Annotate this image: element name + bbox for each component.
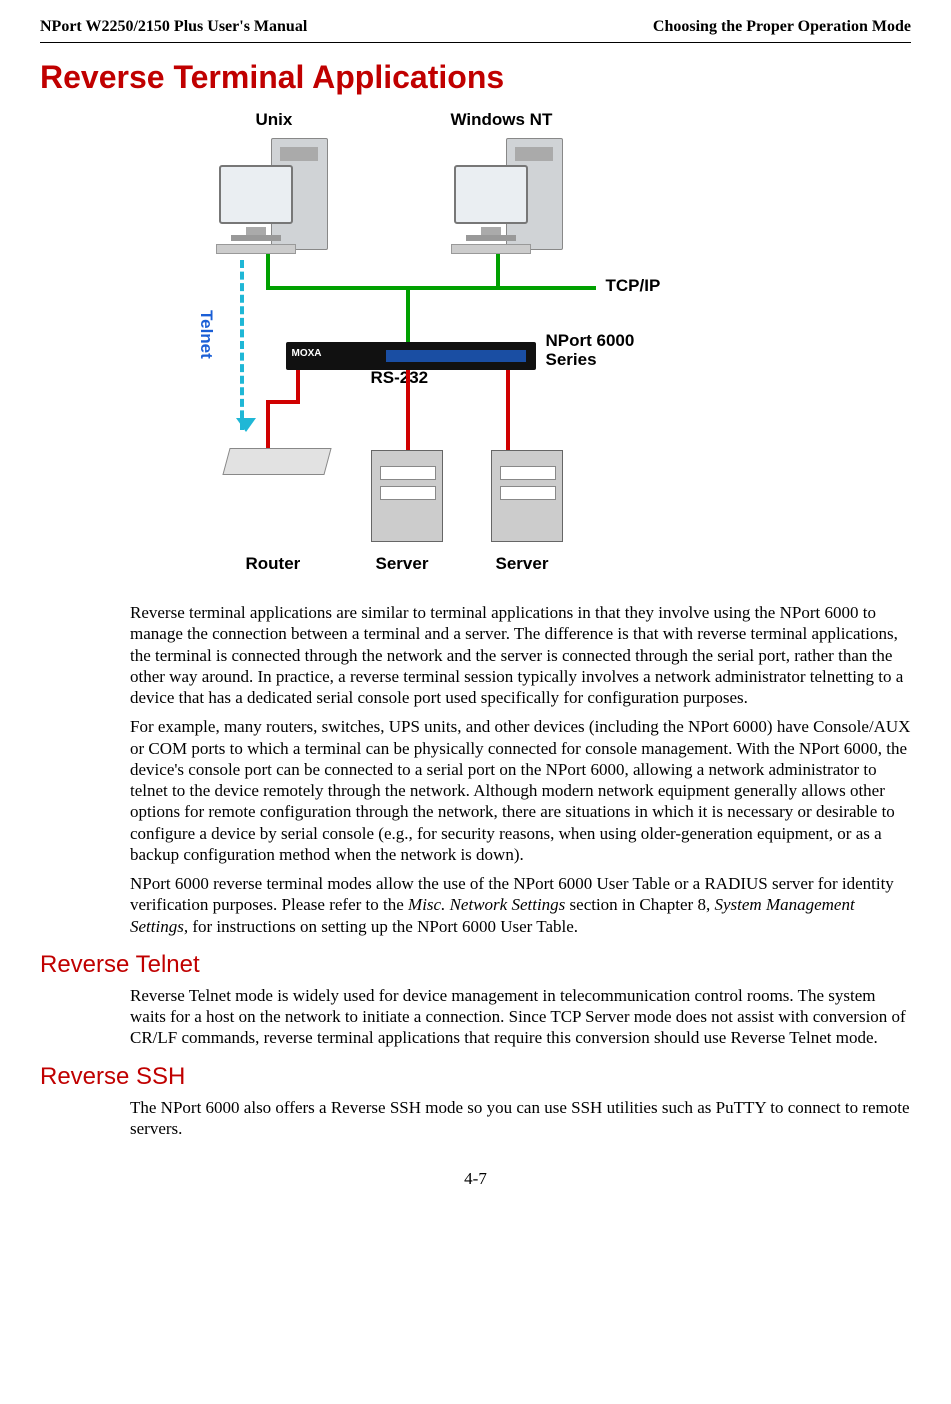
heading-reverse-ssh: Reverse SSH — [40, 1063, 911, 1091]
unix-monitor-icon — [216, 165, 296, 255]
paragraph-intro: Reverse terminal applications are simila… — [130, 602, 911, 708]
diagram-label-nport: NPort 6000 Series — [546, 332, 635, 369]
diagram-label-server1: Server — [376, 554, 429, 574]
rs232-line-router-v — [266, 400, 270, 450]
page-number: 4-7 — [40, 1169, 911, 1189]
diagram-label-nport-line1: NPort 6000 — [546, 331, 635, 350]
moxa-logo: MOXA — [292, 348, 322, 359]
diagram-label-rs232: RS-232 — [371, 368, 429, 388]
paragraph-radius: NPort 6000 reverse terminal modes allow … — [130, 873, 911, 937]
paragraph-reverse-telnet: Reverse Telnet mode is widely used for d… — [130, 985, 911, 1049]
rs232-line-server2 — [506, 370, 510, 450]
para3-part-c: , for instructions on setting up the NPo… — [184, 917, 578, 936]
diagram-label-router: Router — [246, 554, 301, 574]
diagram-label-windows-nt: Windows NT — [451, 110, 553, 130]
reverse-terminal-diagram: Unix Windows NT TCP/IP RS-232 NPort 6000… — [196, 110, 756, 590]
tcpip-line-h — [266, 286, 596, 290]
para3-italic1: Misc. Network Settings — [408, 895, 565, 914]
server2-icon — [491, 450, 563, 542]
para3-part-b: section in Chapter 8, — [565, 895, 714, 914]
telnet-arrow-icon — [240, 260, 244, 430]
tcpip-line-unix — [266, 250, 270, 290]
diagram-label-telnet: Telnet — [196, 310, 216, 359]
page-header: NPort W2250/2150 Plus User's Manual Choo… — [40, 18, 911, 43]
header-left: NPort W2250/2150 Plus User's Manual — [40, 18, 307, 36]
tcpip-line-nport — [406, 286, 410, 346]
diagram-label-unix: Unix — [256, 110, 293, 130]
diagram-label-server2: Server — [496, 554, 549, 574]
nport-device-icon: MOXA — [286, 342, 536, 370]
paragraph-reverse-ssh: The NPort 6000 also offers a Reverse SSH… — [130, 1097, 911, 1140]
router-icon — [222, 448, 331, 475]
rs232-line-server1 — [406, 370, 410, 450]
windows-monitor-icon — [451, 165, 531, 255]
paragraph-example: For example, many routers, switches, UPS… — [130, 716, 911, 865]
diagram-label-tcpip: TCP/IP — [606, 276, 661, 296]
tcpip-line-win — [496, 250, 500, 290]
server1-icon — [371, 450, 443, 542]
header-right: Choosing the Proper Operation Mode — [653, 18, 911, 36]
diagram-label-nport-line2: Series — [546, 350, 597, 369]
page-title: Reverse Terminal Applications — [40, 59, 911, 96]
rs232-line-router-h — [266, 400, 300, 404]
heading-reverse-telnet: Reverse Telnet — [40, 951, 911, 979]
rs232-line-router — [296, 370, 300, 400]
